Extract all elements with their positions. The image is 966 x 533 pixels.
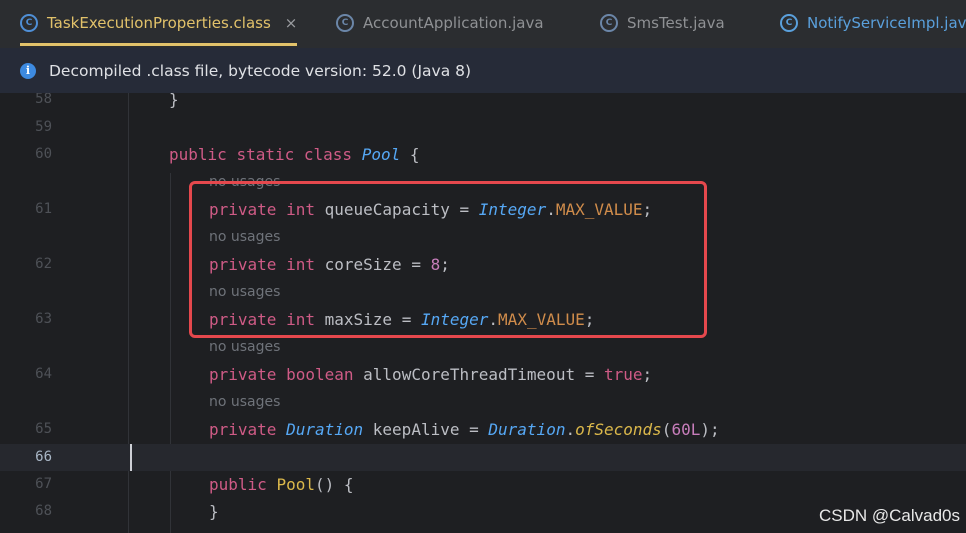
tab-label: TaskExecutionProperties.class (47, 14, 271, 32)
tab-task-execution-properties[interactable]: C TaskExecutionProperties.class × (20, 0, 298, 46)
code-line: 60 public static class Pool { (0, 141, 966, 168)
tab-label: AccountApplication.java (363, 14, 544, 32)
tab-sms-test[interactable]: C SmsTest.java (600, 0, 725, 46)
tab-label: SmsTest.java (627, 14, 725, 32)
info-icon: i (20, 62, 36, 79)
decompiled-banner: i Decompiled .class file, bytecode versi… (0, 48, 966, 93)
line-number: 64 (35, 366, 52, 382)
code-line: 67 public Pool() { (0, 471, 966, 498)
class-icon: C (780, 14, 798, 32)
tab-notify-service-impl[interactable]: C NotifyServiceImpl.java (780, 0, 966, 46)
close-icon[interactable]: × (285, 14, 298, 32)
brace: } (169, 93, 179, 109)
line-number: 62 (35, 256, 52, 272)
line-number: 63 (35, 311, 52, 327)
code-line: 64 private boolean allowCoreThreadTimeou… (0, 361, 966, 388)
highlight-annotation-box (189, 181, 707, 338)
editor-tab-bar: C TaskExecutionProperties.class × C Acco… (0, 0, 966, 46)
line-number: 65 (35, 421, 52, 437)
brace: } (209, 502, 219, 521)
field-allow-core-thread-timeout: private boolean allowCoreThreadTimeout =… (209, 365, 653, 384)
usage-hint: no usages (209, 339, 281, 355)
code-line: 65 private Duration keepAlive = Duration… (0, 416, 966, 443)
line-number: 59 (35, 119, 52, 135)
code-line: 59 (0, 114, 966, 141)
constructor-declaration: public Pool() { (209, 475, 354, 494)
line-number: 58 (35, 93, 52, 107)
field-keep-alive: private Duration keepAlive = Duration.of… (209, 420, 720, 439)
banner-text: Decompiled .class file, bytecode version… (49, 61, 472, 80)
line-number: 67 (35, 476, 52, 492)
class-declaration: public static class Pool { (169, 145, 420, 164)
code-line: 58 } (0, 93, 966, 113)
tab-label: NotifyServiceImpl.java (807, 14, 966, 32)
line-number: 66 (35, 449, 52, 465)
line-number: 61 (35, 201, 52, 217)
line-number: 68 (35, 503, 52, 519)
watermark: CSDN @Calvad0s (818, 506, 960, 525)
class-icon: C (600, 14, 618, 32)
usage-hint: no usages (209, 394, 281, 410)
class-icon: C (20, 14, 38, 32)
line-number: 60 (35, 146, 52, 162)
class-icon: C (336, 14, 354, 32)
text-caret (130, 444, 132, 471)
code-line-current[interactable]: 66 (0, 444, 966, 471)
tab-account-application[interactable]: C AccountApplication.java (336, 0, 544, 46)
